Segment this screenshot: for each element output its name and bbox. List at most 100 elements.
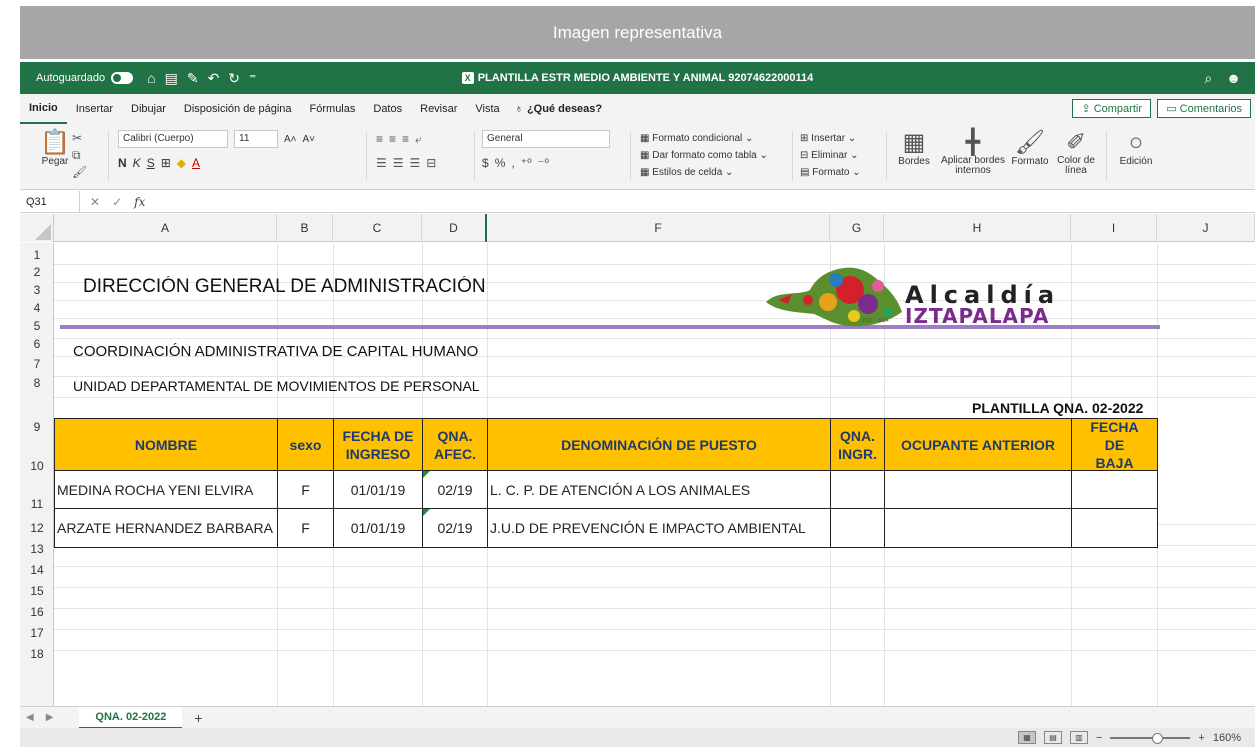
add-sheet-icon[interactable]: + (194, 710, 202, 726)
align-middle-icon[interactable]: ≡ (389, 132, 396, 146)
italic-button[interactable]: K (133, 156, 141, 170)
borders-icon[interactable]: ▦ (894, 130, 934, 156)
row-header-8[interactable]: 8 (20, 376, 54, 390)
tab-inicio[interactable]: Inicio (20, 94, 67, 124)
font-name-select[interactable]: Calibri (Cuerpo) (118, 130, 228, 148)
underline-button[interactable]: S (147, 156, 155, 170)
apply-borders-label[interactable]: Aplicar bordes internos (938, 156, 1008, 176)
column-header-g[interactable]: G (830, 214, 884, 242)
sheet-tab-qna[interactable]: QNA. 02-2022 (79, 706, 183, 729)
inner-borders-icon[interactable]: ╋ (938, 130, 1008, 156)
comma-icon[interactable]: , (511, 156, 514, 170)
bold-button[interactable]: N (118, 156, 127, 170)
tab-revisar[interactable]: Revisar (411, 94, 466, 124)
tab-disposicion[interactable]: Disposición de página (175, 94, 301, 124)
redo-icon[interactable]: ↻ (228, 70, 240, 87)
home-icon[interactable]: ⌂ (147, 70, 155, 87)
align-bottom-icon[interactable]: ≡ (402, 132, 409, 146)
grow-font-icon[interactable]: A˄ (284, 134, 297, 145)
cut-icon[interactable]: ✂ (72, 130, 94, 147)
worksheet[interactable]: A B C D F G H I J 1 2 3 4 5 6 7 8 9 10 1… (20, 214, 1255, 706)
percent-icon[interactable]: % (495, 156, 506, 170)
tab-insertar[interactable]: Insertar (67, 94, 122, 124)
confirm-entry-icon[interactable]: ✓ (112, 195, 122, 209)
formula-input[interactable] (155, 191, 1255, 213)
number-format-select[interactable]: General (482, 130, 610, 148)
share-button[interactable]: ⇪ Compartir (1072, 99, 1151, 118)
undo-icon[interactable]: ↶ (208, 70, 220, 87)
column-header-h[interactable]: H (884, 214, 1071, 242)
row-header-16[interactable]: 16 (20, 605, 54, 619)
row-header-12[interactable]: 12 (20, 521, 54, 535)
customize-toolbar-icon[interactable]: ⁼ (249, 70, 256, 87)
align-right-icon[interactable]: ☰ (410, 156, 421, 170)
format-cells-button[interactable]: ▤ Formato ⌄ (800, 164, 880, 181)
row-header-3[interactable]: 3 (20, 283, 54, 297)
increase-decimal-icon[interactable]: ⁺⁰ (521, 156, 532, 170)
merge-icon[interactable]: ⊟ (426, 156, 436, 170)
tab-datos[interactable]: Datos (364, 94, 411, 124)
row-header-4[interactable]: 4 (20, 301, 54, 315)
zoom-out-icon[interactable]: − (1096, 732, 1102, 744)
page-layout-view-icon[interactable]: ▤ (1043, 731, 1062, 744)
cell-nombre-2[interactable]: ARZATE HERNANDEZ BARBARA (54, 508, 278, 548)
row-header-13[interactable]: 13 (20, 542, 54, 556)
zoom-slider[interactable] (1110, 732, 1191, 744)
column-header-a[interactable]: A (54, 214, 277, 242)
copy-icon[interactable]: ⧉ (72, 147, 94, 164)
cell-qna-ingr-1[interactable] (830, 470, 885, 509)
shrink-font-icon[interactable]: A˅ (303, 134, 316, 145)
format-painter-label[interactable]: Formato (1010, 156, 1050, 167)
comments-button[interactable]: ▭ Comentarios (1157, 99, 1251, 118)
cell-qna-1[interactable]: 02/19 (422, 470, 488, 509)
row-header-9[interactable]: 9 (20, 420, 54, 434)
cell-puesto-1[interactable]: L. C. P. DE ATENCIÓN A LOS ANIMALES (487, 470, 831, 509)
account-icon[interactable]: ☻ (1226, 70, 1241, 87)
cell-ocupante-2[interactable] (884, 508, 1072, 548)
select-all-corner[interactable] (20, 214, 54, 242)
column-header-i[interactable]: I (1071, 214, 1157, 242)
search-find-icon[interactable]: ○ (1114, 130, 1158, 156)
column-header-f[interactable]: F (487, 214, 830, 242)
font-size-select[interactable]: 11 (234, 130, 278, 148)
delete-cells-button[interactable]: ⊟ Eliminar ⌄ (800, 147, 880, 164)
zoom-in-icon[interactable]: + (1198, 732, 1204, 744)
align-left-icon[interactable]: ☰ (376, 156, 387, 170)
cell-qna-2[interactable]: 02/19 (422, 508, 488, 548)
cell-ocupante-1[interactable] (884, 470, 1072, 509)
row-header-11[interactable]: 11 (20, 497, 54, 511)
format-painter-icon[interactable]: 🖌 (1010, 130, 1050, 156)
line-color-label[interactable]: Color de línea (1054, 156, 1098, 176)
row-header-2[interactable]: 2 (20, 265, 54, 279)
row-header-6[interactable]: 6 (20, 337, 54, 351)
row-header-7[interactable]: 7 (20, 357, 54, 371)
currency-icon[interactable]: $ (482, 156, 489, 170)
align-top-icon[interactable]: ≡ (376, 132, 383, 146)
borders-label[interactable]: Bordes (894, 156, 934, 167)
cell-qna-ingr-2[interactable] (830, 508, 885, 548)
cell-puesto-2[interactable]: J.U.D DE PREVENCIÓN E IMPACTO AMBIENTAL (487, 508, 831, 548)
column-header-b[interactable]: B (277, 214, 333, 242)
tab-formulas[interactable]: Fórmulas (301, 94, 365, 124)
cell-sexo-1[interactable]: F (277, 470, 334, 509)
cell-nombre-1[interactable]: MEDINA ROCHA YENI ELVIRA (54, 470, 278, 509)
border-icon[interactable]: ⊞ (161, 156, 171, 170)
cancel-entry-icon[interactable]: ✕ (90, 195, 100, 209)
editing-label[interactable]: Edición (1114, 156, 1158, 167)
function-icon[interactable]: fx (134, 195, 145, 209)
cell-sexo-2[interactable]: F (277, 508, 334, 548)
cell-styles-button[interactable]: ▦ Estilos de celda ⌄ (640, 164, 790, 181)
autosave-control[interactable]: Autoguardado (36, 72, 134, 84)
page-break-view-icon[interactable]: ▥ (1069, 731, 1088, 744)
cell-fecha-1[interactable]: 01/01/19 (333, 470, 423, 509)
line-color-icon[interactable]: ✐ (1054, 130, 1098, 156)
save-icon[interactable]: ▤ (165, 70, 178, 87)
font-color-icon[interactable]: A (192, 156, 200, 170)
column-header-c[interactable]: C (333, 214, 422, 242)
column-header-d[interactable]: D (422, 214, 487, 242)
cell-fecha-2[interactable]: 01/01/19 (333, 508, 423, 548)
format-painter-small-icon[interactable]: 🖌 (72, 164, 94, 181)
align-center-icon[interactable]: ☰ (393, 156, 404, 170)
error-indicator[interactable] (423, 509, 430, 516)
next-sheet-icon[interactable]: ▶ (40, 712, 60, 723)
